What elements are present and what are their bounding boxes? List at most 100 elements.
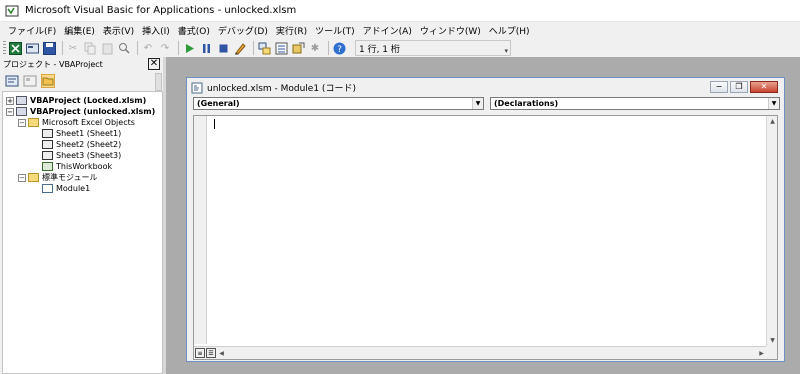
text-caret [214, 119, 215, 129]
project-explorer-toolbar [0, 71, 163, 91]
object-dropdown-value: (General) [197, 99, 240, 108]
toolbar-separator [137, 41, 138, 55]
title-bar: Microsoft Visual Basic for Applications … [0, 0, 800, 22]
project-scrollbar[interactable] [155, 73, 162, 91]
window-title: Microsoft Visual Basic for Applications … [25, 5, 297, 16]
run-icon[interactable] [182, 41, 196, 55]
tree-node-excel-objects[interactable]: − Microsoft Excel Objects [3, 117, 162, 128]
project-explorer-panel: プロジェクト - VBAProject ✕ + VBAProject (Lock… [0, 57, 163, 374]
view-code-icon[interactable] [5, 74, 19, 88]
tree-node-sheet1[interactable]: Sheet1 (Sheet1) [3, 128, 162, 139]
module-icon [42, 184, 53, 193]
tree-node-thisworkbook[interactable]: ThisWorkbook [3, 161, 162, 172]
menu-addins[interactable]: アドイン(A) [359, 24, 416, 37]
break-icon[interactable] [199, 41, 213, 55]
toolbar-options-icon[interactable]: ▾ [504, 47, 508, 55]
tree-node-label: Sheet2 (Sheet2) [56, 140, 122, 149]
tree-node-label: Sheet1 (Sheet1) [56, 129, 122, 138]
project-explorer-header: プロジェクト - VBAProject ✕ [0, 57, 163, 71]
tree-node-unlocked-project[interactable]: − VBAProject (unlocked.xlsm) [3, 106, 162, 117]
code-editor[interactable]: ▲ ▼ ≡ ☰ ◀ ▶ [193, 115, 778, 360]
menu-bar: ファイル(F) 編集(E) 表示(V) 挿入(I) 書式(O) デバッグ(D) … [0, 22, 800, 39]
restore-icon[interactable]: ❐ [730, 81, 748, 93]
code-window-titlebar[interactable]: unlocked.xlsm - Module1 (コード) − ❐ ✕ [187, 78, 784, 97]
menu-debug[interactable]: デバッグ(D) [214, 24, 272, 37]
find-icon[interactable] [117, 41, 131, 55]
tree-node-label: Sheet3 (Sheet3) [56, 151, 122, 160]
menu-help[interactable]: ヘルプ(H) [485, 24, 534, 37]
folder-icon [28, 118, 39, 127]
close-icon[interactable]: ✕ [750, 81, 778, 93]
margin-indicator-bar[interactable] [194, 116, 207, 344]
horizontal-scrollbar[interactable]: ≡ ☰ ◀ ▶ [194, 346, 767, 359]
project-explorer-title: プロジェクト - VBAProject [3, 59, 103, 69]
close-icon[interactable]: ✕ [148, 58, 160, 70]
tree-node-standard-modules[interactable]: − 標準モジュール [3, 172, 162, 183]
scroll-left-icon[interactable]: ◀ [216, 350, 227, 357]
vbaproject-icon [16, 96, 27, 105]
copy-icon[interactable] [83, 41, 97, 55]
menu-file[interactable]: ファイル(F) [4, 24, 60, 37]
cursor-position-text: 1 行, 1 桁 [359, 44, 400, 55]
tree-node-sheet3[interactable]: Sheet3 (Sheet3) [3, 150, 162, 161]
undo-icon[interactable]: ↶ [141, 41, 155, 55]
tree-node-label: VBAProject (Locked.xlsm) [30, 96, 147, 105]
tree-node-locked-project[interactable]: + VBAProject (Locked.xlsm) [3, 95, 162, 106]
properties-window-icon[interactable] [274, 41, 288, 55]
toolbar-separator [178, 41, 179, 55]
design-mode-icon[interactable] [233, 41, 247, 55]
menu-view[interactable]: 表示(V) [99, 24, 138, 37]
paste-icon[interactable] [100, 41, 114, 55]
redo-icon[interactable]: ↷ [158, 41, 172, 55]
code-window-combos: (General) ▼ (Declarations) ▼ [187, 97, 784, 112]
full-module-view-icon[interactable]: ☰ [206, 348, 216, 358]
chevron-down-icon[interactable]: ▼ [768, 98, 779, 109]
worksheet-icon [42, 129, 53, 138]
toggle-folders-icon[interactable] [41, 74, 55, 88]
scroll-down-icon[interactable]: ▼ [767, 335, 778, 346]
folder-icon [28, 173, 39, 182]
menu-insert[interactable]: 挿入(I) [138, 24, 174, 37]
expand-icon[interactable]: + [6, 96, 14, 105]
chevron-down-icon[interactable]: ▼ [472, 98, 483, 109]
code-window: unlocked.xlsm - Module1 (コード) − ❐ ✕ (Gen… [186, 77, 785, 362]
worksheet-icon [42, 140, 53, 149]
scroll-up-icon[interactable]: ▲ [767, 116, 778, 127]
menu-run[interactable]: 実行(R) [272, 24, 311, 37]
menu-format[interactable]: 書式(O) [174, 24, 214, 37]
project-explorer-icon[interactable] [257, 41, 271, 55]
menu-window[interactable]: ウィンドウ(W) [416, 24, 485, 37]
collapse-icon[interactable]: − [18, 118, 26, 127]
toolbox-icon[interactable]: ✱ [308, 41, 322, 55]
object-browser-icon[interactable] [291, 41, 305, 55]
cut-icon[interactable]: ✂ [66, 41, 80, 55]
tree-node-module1[interactable]: Module1 [3, 183, 162, 194]
collapse-icon[interactable]: − [6, 107, 14, 116]
view-object-icon[interactable] [23, 74, 37, 88]
excel-view-icon[interactable] [8, 41, 22, 55]
toolbar-grip[interactable] [3, 41, 6, 55]
tree-node-label: Microsoft Excel Objects [42, 118, 135, 127]
vbaproject-icon [16, 107, 27, 116]
standard-toolbar: ✂ ↶ ↷ ✱ ? 1 行, 1 桁 ▾ [0, 39, 800, 57]
object-dropdown[interactable]: (General) ▼ [193, 97, 484, 110]
toolbar-separator [328, 41, 329, 55]
reset-icon[interactable] [216, 41, 230, 55]
save-icon[interactable] [42, 41, 56, 55]
minimize-icon[interactable]: − [710, 81, 728, 93]
procedure-dropdown[interactable]: (Declarations) ▼ [490, 97, 780, 110]
code-module-icon [191, 82, 203, 93]
cursor-position-display: 1 行, 1 桁 ▾ [355, 40, 511, 56]
project-tree: + VBAProject (Locked.xlsm) − VBAProject … [2, 91, 163, 374]
menu-tools[interactable]: ツール(T) [311, 24, 359, 37]
procedure-view-icon[interactable]: ≡ [195, 348, 205, 358]
help-icon[interactable]: ? [332, 41, 346, 55]
vertical-scrollbar[interactable]: ▲ ▼ [766, 116, 777, 346]
insert-userform-icon[interactable] [25, 41, 39, 55]
worksheet-icon [42, 151, 53, 160]
workbook-icon [42, 162, 53, 171]
collapse-icon[interactable]: − [18, 173, 26, 182]
menu-edit[interactable]: 編集(E) [60, 24, 99, 37]
code-window-title: unlocked.xlsm - Module1 (コード) [207, 84, 356, 94]
tree-node-sheet2[interactable]: Sheet2 (Sheet2) [3, 139, 162, 150]
